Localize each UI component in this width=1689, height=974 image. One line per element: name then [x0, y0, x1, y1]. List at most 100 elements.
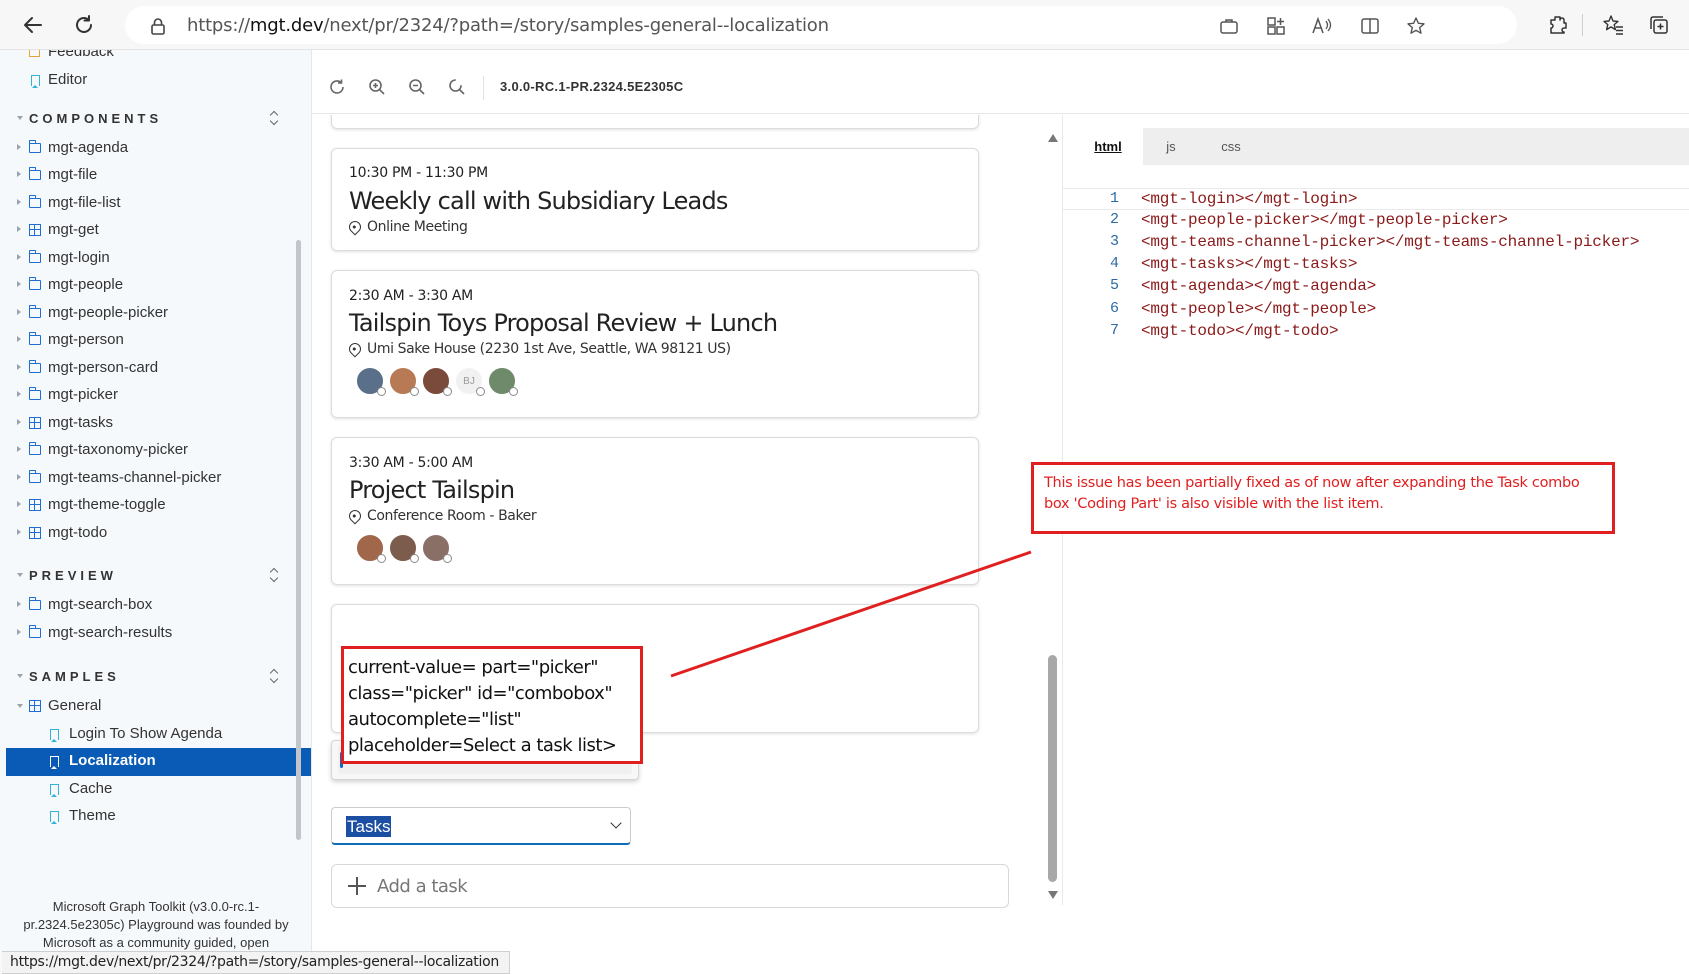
sidebar-item-theme[interactable]: Theme — [0, 803, 311, 831]
sidebar-item-label: mgt-todo — [48, 524, 108, 541]
sidebar-item-mgt-agenda[interactable]: mgt-agenda — [0, 135, 311, 163]
task-list-combobox[interactable]: Tasks — [331, 807, 631, 845]
annotation-code-line: current-value= part="picker" — [348, 657, 599, 678]
sidebar-scrollbar[interactable] — [296, 240, 301, 840]
tab-js[interactable]: js — [1143, 128, 1199, 165]
code-line[interactable]: 1 <mgt-login></mgt-login> — [1063, 188, 1689, 210]
reload-icon[interactable] — [71, 12, 97, 38]
code-line[interactable]: 3 <mgt-teams-channel-picker></mgt-teams-c… — [1063, 232, 1689, 254]
code-text[interactable]: <mgt-people></mgt-people> — [1141, 300, 1376, 318]
zoom-in-icon[interactable] — [367, 77, 387, 97]
tab-css[interactable]: css — [1199, 128, 1263, 165]
tab-html[interactable]: html — [1073, 128, 1143, 165]
code-text[interactable]: <mgt-agenda></mgt-agenda> — [1141, 277, 1376, 295]
component-icon — [29, 417, 41, 429]
sidebar-item-mgt-people-picker[interactable]: mgt-people-picker — [0, 300, 311, 328]
sidebar-item-login-to-show-agenda[interactable]: Login To Show Agenda — [0, 721, 311, 749]
collapse-toggle-icon[interactable] — [268, 567, 280, 583]
sidebar-item-mgt-get[interactable]: mgt-get — [0, 217, 311, 245]
sidebar-item-mgt-tasks[interactable]: mgt-tasks — [0, 410, 311, 438]
sidebar-item-mgt-taxonomy-picker[interactable]: mgt-taxonomy-picker — [0, 437, 311, 465]
code-text[interactable]: <mgt-login></mgt-login> — [1141, 190, 1357, 208]
collapse-toggle-icon[interactable] — [268, 668, 280, 684]
refresh-icon[interactable] — [327, 77, 347, 97]
code-text[interactable]: <mgt-todo></mgt-todo> — [1141, 322, 1339, 340]
section-heading-components[interactable]: COMPONENTS — [29, 111, 162, 126]
event-location-text: Umi Sake House (2230 1st Ave, Seattle, W… — [367, 341, 731, 357]
extensions-icon[interactable] — [1546, 13, 1570, 37]
avatar[interactable] — [389, 534, 419, 563]
app-available-icon[interactable] — [1218, 15, 1240, 37]
sidebar-item-mgt-person-card[interactable]: mgt-person-card — [0, 355, 311, 383]
sidebar-item-mgt-picker[interactable]: mgt-picker — [0, 382, 311, 410]
code-line[interactable]: 2 <mgt-people-picker></mgt-people-picker> — [1063, 210, 1689, 232]
lock-icon[interactable] — [147, 15, 169, 37]
section-caret-icon[interactable] — [17, 674, 23, 678]
avatar[interactable] — [389, 367, 419, 396]
agenda-event-card[interactable]: 10:30 PM - 11:30 PM Weekly call with Sub… — [331, 148, 979, 251]
code-line[interactable]: 6 <mgt-people></mgt-people> — [1063, 299, 1689, 321]
event-time: 2:30 AM - 3:30 AM — [349, 288, 473, 304]
expand-caret-icon — [17, 171, 21, 177]
sidebar-item-mgt-todo[interactable]: mgt-todo — [0, 520, 311, 548]
url-text[interactable]: https://mgt.dev/next/pr/2324/?path=/stor… — [187, 15, 829, 36]
code-text[interactable]: <mgt-people-picker></mgt-people-picker> — [1141, 211, 1508, 229]
section-caret-icon[interactable] — [17, 116, 23, 120]
sidebar-item-mgt-person[interactable]: mgt-person — [0, 327, 311, 355]
favorites-icon[interactable] — [1601, 13, 1625, 37]
back-icon[interactable] — [20, 12, 46, 38]
sidebar-item-mgt-file-list[interactable]: mgt-file-list — [0, 190, 311, 218]
avatar[interactable] — [356, 367, 386, 396]
add-task-button[interactable]: Add a task — [331, 864, 1009, 908]
sidebar-item-mgt-login[interactable]: mgt-login — [0, 245, 311, 273]
zoom-out-icon[interactable] — [407, 77, 427, 97]
collapse-toggle-icon[interactable] — [268, 110, 280, 126]
presence-icon — [377, 387, 386, 396]
sidebar-item-mgt-file[interactable]: mgt-file — [0, 162, 311, 190]
code-line[interactable]: 7 <mgt-todo></mgt-todo> — [1063, 321, 1689, 343]
split-screen-icon[interactable] — [1359, 15, 1381, 37]
section-caret-icon[interactable] — [17, 573, 23, 577]
code-line[interactable]: 5 <mgt-agenda></mgt-agenda> — [1063, 276, 1689, 298]
sidebar-item-mgt-search-box[interactable]: mgt-search-box — [0, 592, 311, 620]
scroll-down-icon[interactable] — [1048, 891, 1058, 899]
code-text[interactable]: <mgt-teams-channel-picker></mgt-teams-ch… — [1141, 233, 1639, 251]
scroll-up-icon[interactable] — [1048, 134, 1058, 142]
read-aloud-icon[interactable] — [1311, 15, 1333, 37]
agenda-event-card[interactable]: 2:30 AM - 3:30 AM Tailspin Toys Proposal… — [331, 270, 979, 418]
feedback-icon — [29, 50, 40, 57]
sidebar-item-feedback[interactable]: Feedback — [0, 50, 311, 67]
sidebar-item-general[interactable]: General — [0, 693, 311, 721]
chevron-down-icon[interactable] — [610, 817, 622, 829]
combobox-value[interactable]: Tasks — [346, 816, 392, 837]
sidebar-item-editor[interactable]: Editor — [0, 67, 311, 95]
url-path: /next/pr/2324/?path=/story/samples-gener… — [323, 15, 829, 36]
code-line[interactable]: 4 <mgt-tasks></mgt-tasks> — [1063, 254, 1689, 276]
sidebar-item-mgt-teams-channel-picker[interactable]: mgt-teams-channel-picker — [0, 465, 311, 493]
section-heading-samples[interactable]: SAMPLES — [29, 669, 120, 684]
extensions-grid-icon[interactable] — [1265, 15, 1287, 37]
avatar[interactable] — [422, 534, 452, 563]
collections-icon[interactable] — [1647, 13, 1671, 37]
bookmark-icon — [31, 75, 40, 88]
sidebar-item-localization[interactable]: Localization — [6, 748, 311, 776]
avatar[interactable]: BJ — [455, 367, 485, 396]
section-heading-preview[interactable]: PREVIEW — [29, 568, 117, 583]
sidebar-item-mgt-people[interactable]: mgt-people — [0, 272, 311, 300]
agenda-event-card[interactable]: 3:30 AM - 5:00 AM Project Tailspin Confe… — [331, 437, 979, 585]
agenda-event-card[interactable] — [331, 115, 979, 129]
code-text[interactable]: <mgt-tasks></mgt-tasks> — [1141, 255, 1357, 273]
canvas-toolbar: 3.0.0-RC.1-PR.2324.5E2305C — [312, 62, 1689, 114]
favorite-star-icon[interactable] — [1405, 15, 1427, 37]
bookmark-icon — [50, 811, 59, 824]
preview-scrollbar[interactable] — [1048, 655, 1057, 882]
avatar[interactable] — [488, 367, 518, 396]
avatar[interactable] — [356, 534, 386, 563]
zoom-reset-icon[interactable] — [447, 77, 467, 97]
event-location: Conference Room - Baker — [346, 507, 537, 525]
sidebar-item-mgt-search-results[interactable]: mgt-search-results — [0, 620, 311, 648]
avatar[interactable] — [422, 367, 452, 396]
address-bar[interactable]: https://mgt.dev/next/pr/2324/?path=/stor… — [125, 6, 1517, 44]
sidebar-item-mgt-theme-toggle[interactable]: mgt-theme-toggle — [0, 492, 311, 520]
sidebar-item-cache[interactable]: Cache — [0, 776, 311, 804]
